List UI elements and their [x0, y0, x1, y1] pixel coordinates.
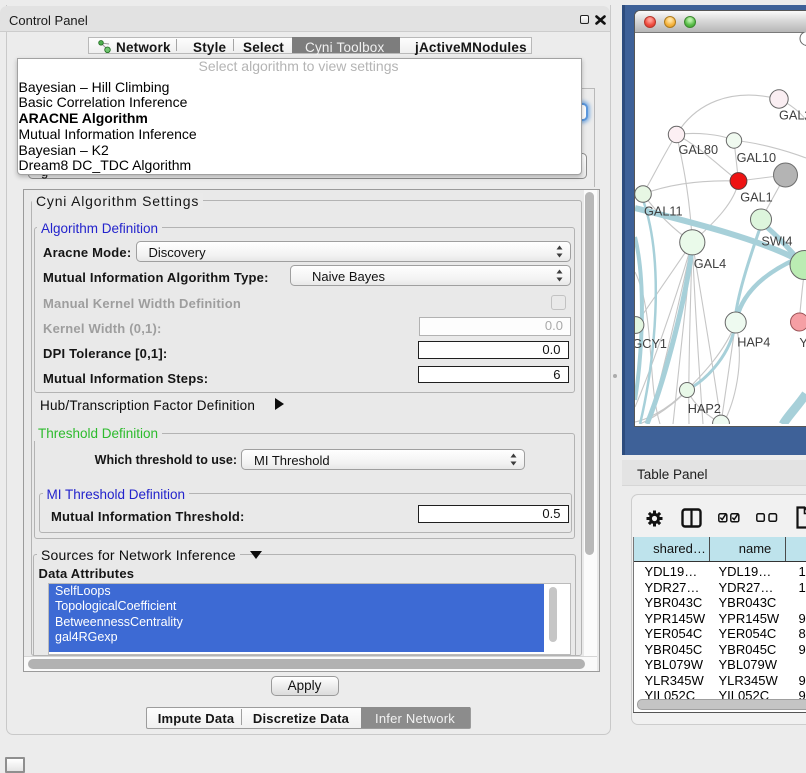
svg-text:GAL2: GAL2: [779, 109, 806, 123]
svg-text:GAL10: GAL10: [737, 151, 777, 165]
svg-text:GCY1: GCY1: [635, 337, 667, 351]
svg-text:GAL11: GAL11: [644, 205, 683, 219]
svg-text:GAL1: GAL1: [740, 191, 772, 205]
svg-text:GAL4: GAL4: [694, 257, 726, 271]
svg-text:HAP2: HAP2: [688, 402, 721, 416]
svg-text:SWI4: SWI4: [761, 235, 792, 249]
svg-text:GAL80: GAL80: [679, 143, 719, 157]
svg-text:Y: Y: [799, 336, 806, 350]
svg-text:HAP4: HAP4: [737, 336, 770, 350]
